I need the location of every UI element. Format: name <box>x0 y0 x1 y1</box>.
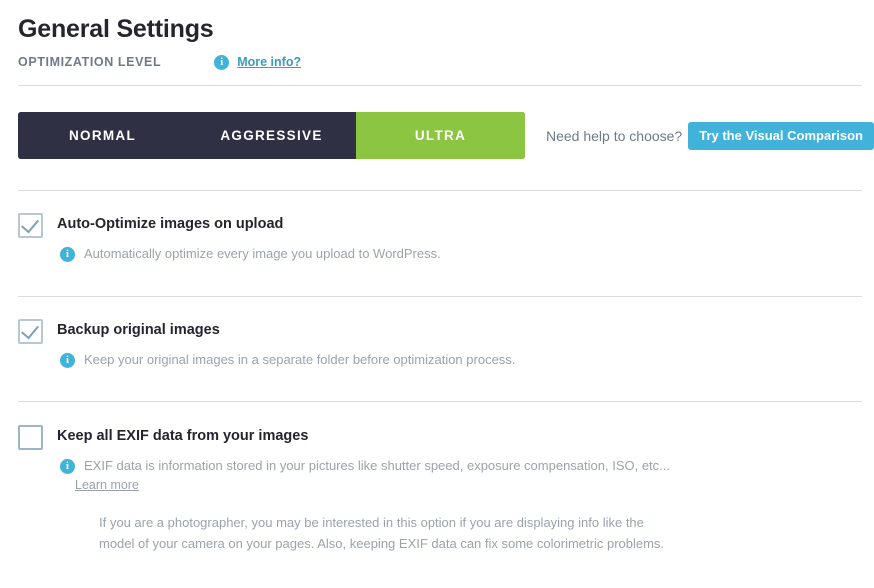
learn-more-link[interactable]: Learn more <box>75 478 139 492</box>
option-description-text: Automatically optimize every image you u… <box>84 246 441 261</box>
optimization-level-subheader: OPTIMIZATION LEVEL i More info? <box>18 53 862 71</box>
option-backup-originals: Backup original images i Keep your origi… <box>18 318 862 369</box>
general-settings-page: General Settings OPTIMIZATION LEVEL i Mo… <box>0 0 874 588</box>
checkbox-backup-originals[interactable] <box>18 319 43 344</box>
info-icon: i <box>60 459 75 474</box>
check-icon <box>21 214 39 234</box>
optimization-level-label: OPTIMIZATION LEVEL <box>18 55 162 69</box>
option-description: i Automatically optimize every image you… <box>60 245 862 263</box>
level-tab-aggressive[interactable]: AGGRESSIVE <box>187 112 356 159</box>
help-text: Need help to choose? <box>546 127 683 144</box>
checkbox-auto-optimize[interactable] <box>18 213 43 238</box>
option-keep-exif: Keep all EXIF data from your images i EX… <box>18 424 862 554</box>
divider-level <box>18 190 862 191</box>
option-title: Auto-Optimize images on upload <box>57 216 284 232</box>
option-title: Keep all EXIF data from your images <box>57 428 309 444</box>
option-description: i Keep your original images in a separat… <box>60 351 862 369</box>
divider-option-1 <box>18 296 862 297</box>
try-visual-comparison-button[interactable]: Try the Visual Comparison <box>688 121 874 150</box>
level-tab-ultra[interactable]: ULTRA <box>356 112 525 159</box>
option-header: Backup original images <box>18 318 862 344</box>
divider-option-2 <box>18 401 862 402</box>
option-description-text: Keep your original images in a separate … <box>84 352 516 367</box>
option-auto-optimize: Auto-Optimize images on upload i Automat… <box>18 212 862 263</box>
option-note-text: If you are a photographer, you may be in… <box>99 515 665 551</box>
check-icon <box>21 320 39 340</box>
option-description: i EXIF data is information stored in you… <box>60 457 862 494</box>
option-header: Auto-Optimize images on upload <box>18 212 862 238</box>
divider-header <box>18 85 862 86</box>
more-info-link[interactable]: More info? <box>237 55 301 69</box>
option-title: Backup original images <box>57 322 220 338</box>
info-icon: i <box>60 247 75 262</box>
page-header: General Settings OPTIMIZATION LEVEL i Mo… <box>18 14 862 71</box>
info-icon: i <box>60 353 75 368</box>
option-header: Keep all EXIF data from your images <box>18 424 862 450</box>
level-tab-normal[interactable]: NORMAL <box>18 112 187 159</box>
optimization-level-segmented-control[interactable]: NORMAL AGGRESSIVE ULTRA <box>18 112 525 159</box>
option-description-block: EXIF data is information stored in your … <box>75 457 670 494</box>
info-icon: i <box>214 54 230 70</box>
checkbox-keep-exif[interactable] <box>18 425 43 450</box>
option-description-text: EXIF data is information stored in your … <box>84 458 671 473</box>
optimization-level-row: NORMAL AGGRESSIVE ULTRA Need help to cho… <box>18 112 874 159</box>
page-title: General Settings <box>18 15 214 43</box>
